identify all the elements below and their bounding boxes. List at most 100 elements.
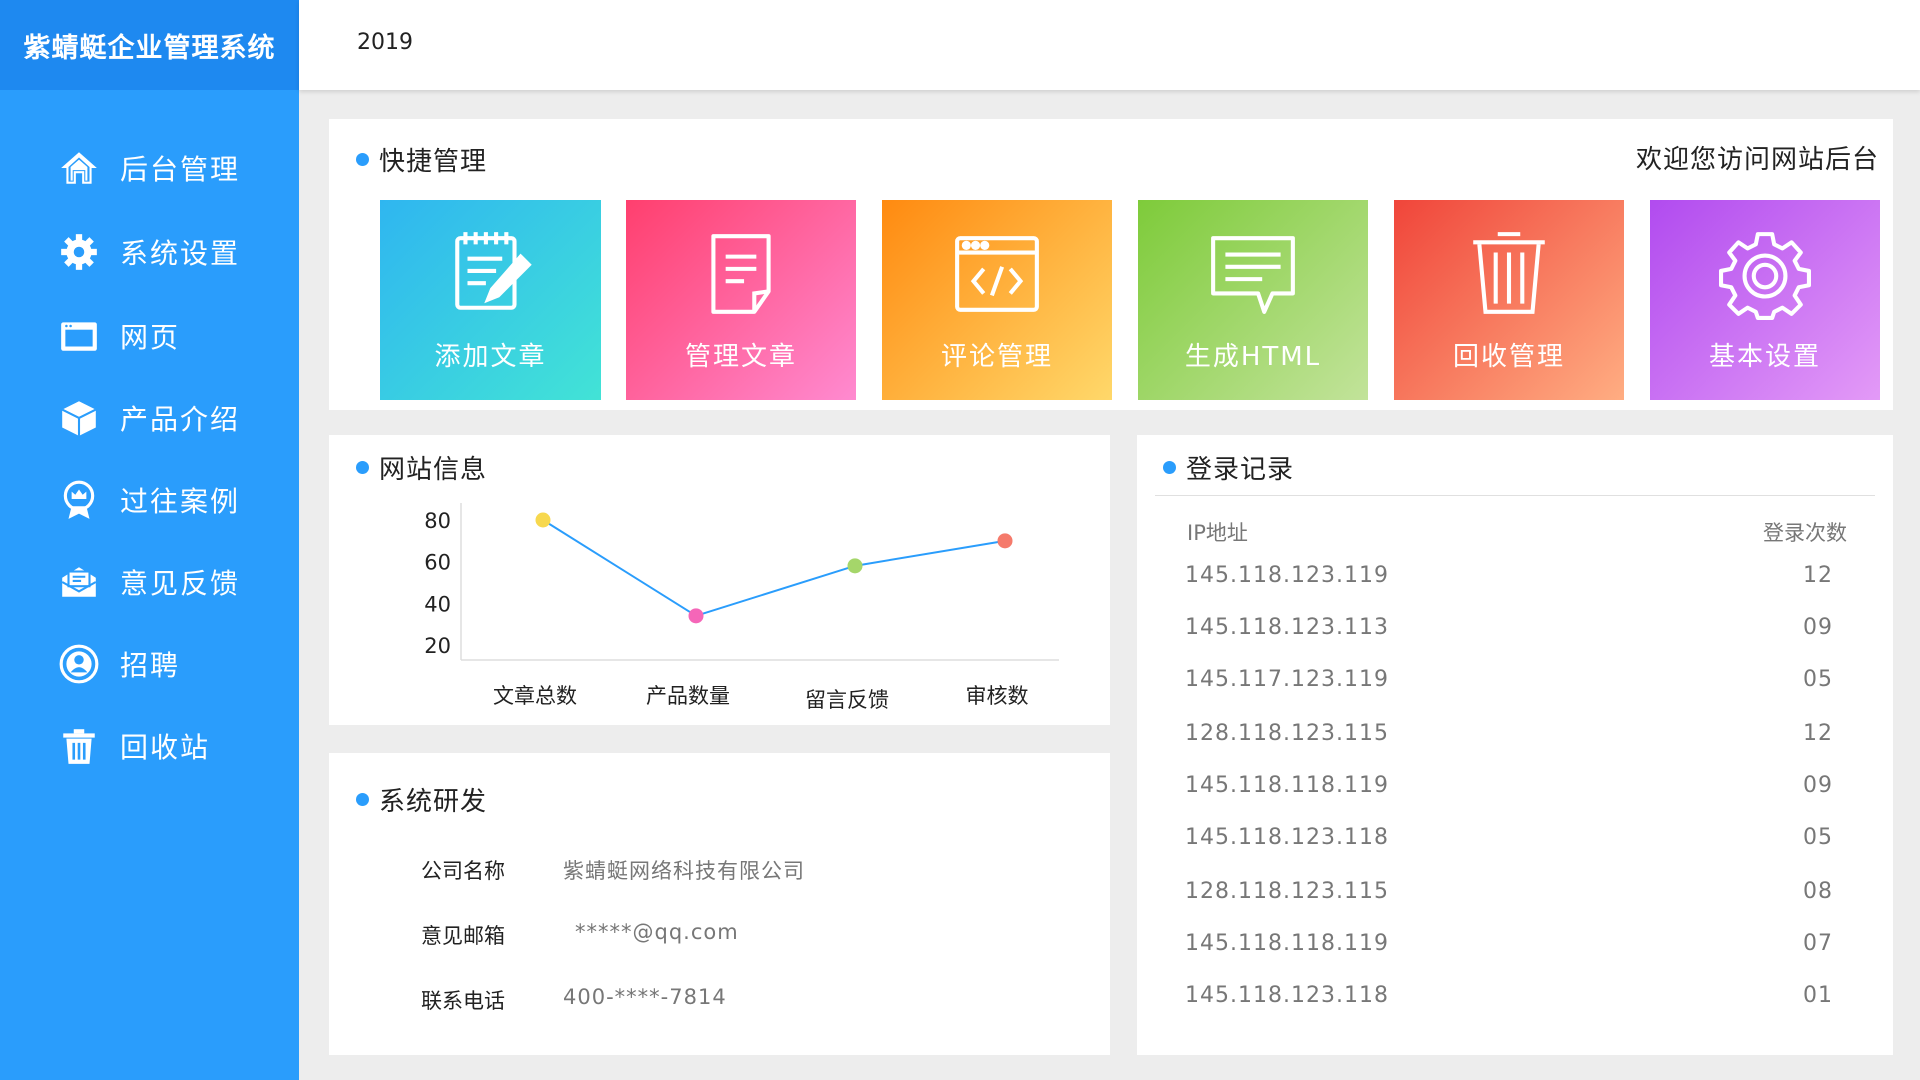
login-ip: 128.118.123.115 <box>1185 721 1389 746</box>
system-dev-panel: 系统研发 公司名称 紫蜻蜓网络科技有限公司 意见邮箱 *****@qq.com … <box>329 753 1110 1055</box>
login-ip: 145.118.123.118 <box>1185 983 1389 1008</box>
sidebar-item-feedback[interactable]: 意见反馈 <box>58 554 288 610</box>
login-row: 145.118.118.119 09 <box>1185 773 1833 809</box>
login-count: 01 <box>1803 983 1833 1008</box>
y-tick-label: 40 <box>424 592 451 616</box>
sidebar-item-label: 产品介绍 <box>120 403 241 436</box>
login-count: 07 <box>1803 931 1833 956</box>
sidebar-item-label: 意见反馈 <box>120 567 241 600</box>
panel-title-text: 登录记录 <box>1186 455 1295 485</box>
login-row: 145.118.123.119 12 <box>1185 563 1833 599</box>
login-row: 145.118.123.118 05 <box>1185 825 1833 861</box>
sidebar-item-label: 回收站 <box>120 731 211 764</box>
sidebar-item-label: 过往案例 <box>120 485 241 518</box>
sidebar-item-recruit[interactable]: 招聘 <box>58 636 288 692</box>
comment-management-tile[interactable]: 评论管理 <box>882 200 1112 400</box>
tile-label: 添加文章 <box>434 341 547 372</box>
login-row: 128.118.123.115 12 <box>1185 721 1833 757</box>
panel-title-text: 系统研发 <box>379 787 488 817</box>
data-point <box>535 512 551 528</box>
sidebar-item-label: 网页 <box>120 321 181 354</box>
site-info-line-chart: 80 60 40 20 文章总数 产品数量 留言反馈 审核数 <box>424 503 1059 712</box>
login-row: 145.118.118.119 07 <box>1185 931 1833 967</box>
message-icon <box>1211 235 1295 314</box>
sidebar-item-admin[interactable]: 后台管理 <box>58 140 288 196</box>
edit-document-icon <box>454 231 532 310</box>
top-bar: 2019 <box>299 0 1920 90</box>
login-count: 08 <box>1803 879 1833 904</box>
info-row-email: 意见邮箱 *****@qq.com <box>421 920 739 950</box>
gear-icon <box>1719 231 1811 320</box>
tile-label: 基本设置 <box>1708 341 1821 372</box>
cube-icon <box>58 396 108 440</box>
login-records-panel: 登录记录 IP地址 登录次数 145.118.123.119 12 145.118.… <box>1137 435 1893 1055</box>
data-point <box>997 533 1013 549</box>
login-count: 12 <box>1803 563 1833 588</box>
login-count: 09 <box>1803 615 1833 640</box>
series-line <box>542 519 1006 617</box>
x-category-label: 审核数 <box>966 684 1029 708</box>
site-info-panel: 网站信息 80 60 40 20 文章总数 产品数量 留言反馈 审核数 <box>329 435 1110 725</box>
y-tick-label: 80 <box>424 509 451 533</box>
panel-title-text: 快捷管理 <box>379 147 488 177</box>
sidebar-item-label: 系统设置 <box>120 237 241 270</box>
sidebar-item-settings[interactable]: 系统设置 <box>58 224 288 280</box>
login-count: 12 <box>1803 721 1833 746</box>
sidebar-item-cases[interactable]: 过往案例 <box>58 472 288 528</box>
login-row: 128.118.123.115 08 <box>1185 879 1833 915</box>
y-tick-label: 60 <box>424 551 451 575</box>
browser-window-icon <box>58 314 108 358</box>
login-ip: 145.118.123.113 <box>1185 615 1389 640</box>
y-tick-label: 20 <box>424 634 451 658</box>
manage-article-tile[interactable]: 管理文章 <box>626 200 856 400</box>
year-label: 2019 <box>357 30 413 55</box>
feedback-icon <box>58 560 108 604</box>
login-count: 05 <box>1803 667 1833 692</box>
x-category-label: 产品数量 <box>646 684 730 708</box>
tile-label: 管理文章 <box>684 341 797 372</box>
x-category-label: 留言反馈 <box>805 688 889 712</box>
sidebar-item-label: 后台管理 <box>120 153 241 186</box>
login-ip: 145.117.123.119 <box>1185 667 1389 692</box>
sidebar-item-webpage[interactable]: 网页 <box>58 308 288 364</box>
code-window-icon <box>955 235 1039 312</box>
column-header-ip: IP地址 <box>1187 521 1248 545</box>
info-key: 意见邮箱 <box>421 924 505 948</box>
column-header-count: 登录次数 <box>1763 521 1847 545</box>
generate-html-tile[interactable]: 生成HTML <box>1138 200 1368 400</box>
document-icon <box>711 233 771 314</box>
tile-label: 生成HTML <box>1184 341 1322 372</box>
login-ip: 145.118.118.119 <box>1185 931 1389 956</box>
gear-icon <box>58 230 108 274</box>
trash-icon <box>58 724 108 768</box>
tile-label: 评论管理 <box>940 341 1053 372</box>
quick-management-panel: 快捷管理 欢迎您访问网站后台 添加文章 管理文章 评论管理 生成HTML 回收管… <box>329 119 1893 410</box>
basic-settings-tile[interactable]: 基本设置 <box>1650 200 1880 400</box>
panel-title: 系统研发 <box>356 781 487 818</box>
login-row: 145.117.123.119 05 <box>1185 667 1833 703</box>
login-ip: 128.118.123.115 <box>1185 879 1389 904</box>
bullet-dot <box>356 793 369 806</box>
login-ip: 145.118.118.119 <box>1185 773 1389 798</box>
sidebar-item-recycle[interactable]: 回收站 <box>58 718 288 774</box>
recycle-management-tile[interactable]: 回收管理 <box>1394 200 1624 400</box>
x-category-label: 文章总数 <box>493 684 577 708</box>
login-count: 05 <box>1803 825 1833 850</box>
add-article-tile[interactable]: 添加文章 <box>380 200 601 400</box>
bullet-dot <box>1163 461 1176 474</box>
welcome-text: 欢迎您访问网站后台 <box>1635 145 1879 175</box>
sidebar: 紫蜻蜓企业管理系统 后台管理 系统设置 网页 产品介绍 过往案例 意见反馈 招聘… <box>0 0 299 1080</box>
info-value: 紫蜻蜓网络科技有限公司 <box>563 859 805 883</box>
sidebar-item-products[interactable]: 产品介绍 <box>58 390 288 446</box>
trash-icon <box>1473 231 1545 314</box>
app-title: 紫蜻蜓企业管理系统 <box>0 0 299 90</box>
divider <box>1155 495 1875 496</box>
badge-icon <box>58 478 108 522</box>
panel-title: 快捷管理 <box>356 141 487 178</box>
tile-label: 回收管理 <box>1452 341 1565 372</box>
bullet-dot <box>356 153 369 166</box>
info-key: 联系电话 <box>421 989 505 1013</box>
user-circle-icon <box>58 642 108 686</box>
login-ip: 145.118.123.118 <box>1185 825 1389 850</box>
info-row-phone: 联系电话 400-****-7814 <box>421 985 727 1015</box>
